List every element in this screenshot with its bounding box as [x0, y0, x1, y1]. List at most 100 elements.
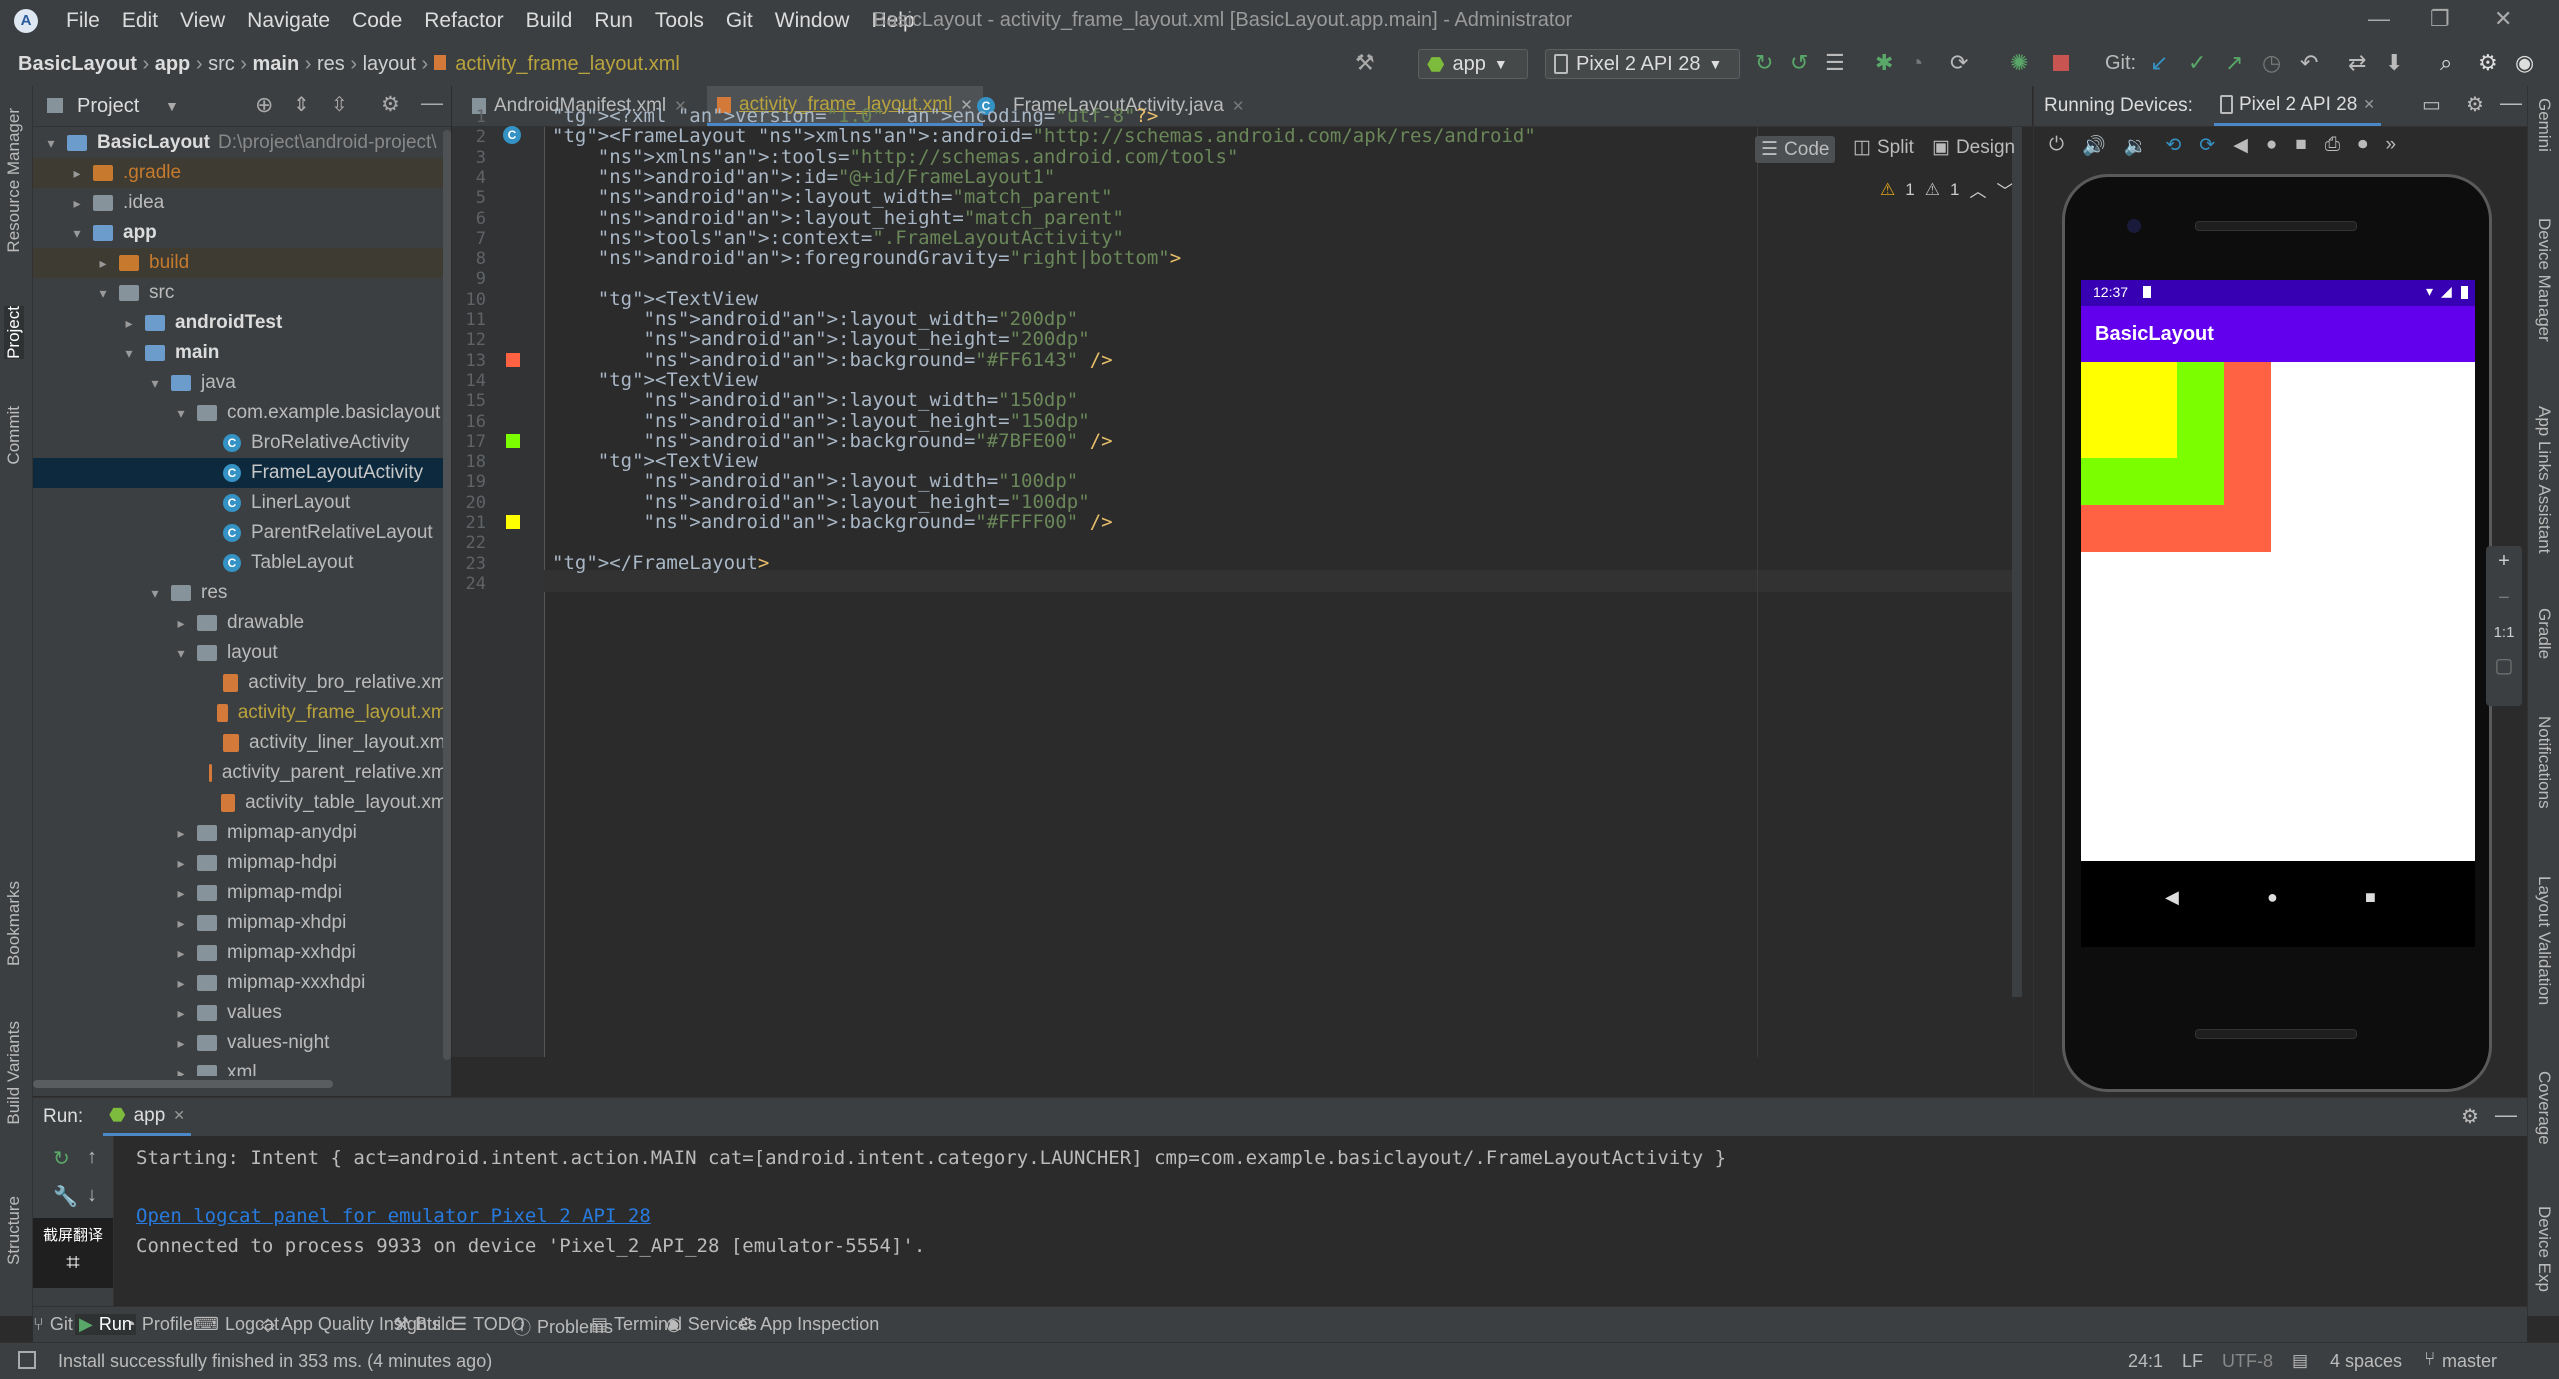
tree-item[interactable]: ▾ res [33, 578, 451, 608]
chevron-down-icon[interactable]: ▾ [43, 135, 59, 152]
notifications-tab[interactable]: Notifications [2534, 716, 2554, 809]
device-tab[interactable]: Pixel 2 API 28 ✕ [2214, 86, 2382, 126]
overview-icon[interactable]: ■ [2295, 134, 2306, 158]
vertical-scrollbar[interactable] [443, 130, 451, 1060]
scroll-up-icon[interactable]: ↑ [87, 1146, 97, 1169]
nav-home-icon[interactable]: ● [2267, 887, 2278, 908]
home-icon[interactable]: ● [2266, 134, 2277, 158]
attach-debugger-icon[interactable]: ⟳ [1950, 50, 1968, 76]
apply-changes-icon[interactable]: ↺ [1790, 50, 1808, 76]
close-tab-icon[interactable]: ✕ [173, 1107, 185, 1124]
device-explorer-tab[interactable]: Device Exp [2534, 1206, 2554, 1292]
code-mode-button[interactable]: ☰ Code [1755, 136, 1836, 163]
structure-tab[interactable]: Structure [4, 1196, 24, 1265]
git-update-icon[interactable]: ↙ [2150, 50, 2168, 76]
breadcrumb-basiclayout[interactable]: BasicLayout [18, 53, 137, 75]
coverage-tab[interactable]: Coverage [2534, 1071, 2554, 1145]
project-panel-title[interactable]: Project [77, 95, 139, 118]
expand-all-icon[interactable]: ⇕ [293, 92, 310, 117]
volume-down-icon[interactable]: 🔉 [2124, 134, 2148, 158]
inspection-widget[interactable]: ⚠ 1 ⚠ 1 ︿ ﹀ [1880, 177, 2013, 202]
chevron-down-icon[interactable]: ﹀ [1996, 177, 2013, 202]
chevron-right-icon[interactable]: ▸ [173, 1065, 189, 1077]
chevron-right-icon[interactable]: ▸ [173, 975, 189, 992]
tree-item[interactable]: ▸ .idea [33, 188, 451, 218]
split-mode-button[interactable]: ◫ Split [1853, 136, 1914, 159]
editor-scrollbar[interactable] [2012, 127, 2022, 997]
locate-icon[interactable]: ⊕ [255, 92, 273, 118]
chevron-right-icon[interactable]: ▸ [173, 885, 189, 902]
tree-item[interactable]: ▸ mipmap-hdpi [33, 848, 451, 878]
chevron-right-icon[interactable]: ▸ [95, 255, 111, 272]
git-branch[interactable]: master [2442, 1351, 2497, 1372]
menu-run[interactable]: Run [594, 9, 633, 33]
git-commit-icon[interactable]: ✓ [2188, 50, 2206, 76]
menu-navigate[interactable]: Navigate [247, 9, 330, 33]
git-history-icon[interactable]: ◷ [2262, 50, 2281, 76]
bookmarks-tab[interactable]: Bookmarks [4, 881, 24, 966]
menu-edit[interactable]: Edit [122, 9, 158, 33]
tree-item[interactable]: ▾ app [33, 218, 451, 248]
chevron-down-icon[interactable]: ▾ [95, 285, 111, 302]
chevron-down-icon[interactable]: ▾ [173, 645, 189, 662]
tree-item[interactable]: C ParentRelativeLayout [33, 518, 451, 548]
screenshot-translate-overlay[interactable]: 截屏翻译 ⌗ [33, 1218, 113, 1288]
tree-item[interactable]: ▸ values [33, 998, 451, 1028]
project-tab[interactable]: Project [4, 306, 24, 359]
tree-item[interactable]: ▸ build [33, 248, 451, 278]
tree-item[interactable]: ▾ src [33, 278, 451, 308]
tree-item[interactable]: ▾ com.example.basiclayout [33, 398, 451, 428]
tool-profiler[interactable]: ◔ Profiler [125, 1314, 199, 1335]
chevron-right-icon[interactable]: ▸ [173, 855, 189, 872]
screen-record-icon[interactable]: ⏺ [2358, 134, 2368, 158]
code-editor[interactable]: 1 2 3 4 5 6 7 8 9 10 11 12 13 14 15 16 17 18 19 20 21 22 23 24 C… [452, 105, 2032, 1057]
menu-code[interactable]: Code [352, 9, 402, 33]
status-toggle-icon[interactable] [18, 1351, 36, 1369]
chevron-right-icon[interactable]: ▸ [69, 195, 85, 212]
file-encoding[interactable]: UTF-8 [2222, 1351, 2273, 1372]
caret-position[interactable]: 24:1 [2128, 1351, 2163, 1372]
gradle-tab[interactable]: Gradle [2534, 608, 2554, 659]
chevron-right-icon[interactable]: ▸ [173, 825, 189, 842]
tree-item[interactable]: ▸ mipmap-anydpi [33, 818, 451, 848]
bug-icon[interactable]: ✺ [2010, 50, 2028, 76]
close-tab-icon[interactable]: ✕ [2363, 96, 2375, 113]
device-mirroring-icon[interactable]: ⇄ [2348, 50, 2366, 76]
zoom-fit-icon[interactable]: ▢ [2486, 653, 2522, 678]
tree-item[interactable]: ▾ layout [33, 638, 451, 668]
tool-build[interactable]: ⚒ Build [393, 1314, 455, 1335]
collapse-all-icon[interactable]: ⇳ [331, 92, 348, 117]
commit-tab[interactable]: Commit [4, 406, 24, 465]
tree-item[interactable]: C FrameLayoutActivity [33, 458, 451, 488]
chevron-down-icon[interactable]: ▾ [147, 585, 163, 602]
sdk-manager-icon[interactable]: ⬇ [2385, 50, 2403, 76]
chevron-right-icon[interactable]: ▸ [69, 165, 85, 182]
breadcrumb-layout[interactable]: layout [363, 53, 416, 75]
breadcrumb-res[interactable]: res [317, 53, 345, 75]
run-config-tab[interactable]: ⬣ app ✕ [103, 1098, 192, 1136]
layout-validation-tab[interactable]: Layout Validation [2534, 876, 2554, 1005]
menu-git[interactable]: Git [726, 9, 753, 33]
tree-item[interactable]: activity_bro_relative.xml [33, 668, 451, 698]
screenshot-icon[interactable]: ⎙ [2325, 134, 2340, 158]
tree-item[interactable]: ▸ androidTest [33, 308, 451, 338]
device-manager-tab[interactable]: Device Manager [2534, 218, 2554, 342]
power-icon[interactable]: ⏻ [2049, 134, 2064, 158]
menu-file[interactable]: File [66, 9, 100, 33]
gear-icon[interactable]: ⚙ [2461, 1104, 2479, 1129]
restore-icon[interactable]: ❐ [2430, 6, 2450, 32]
zoom-in-button[interactable]: + [2486, 550, 2522, 573]
tree-item[interactable]: activity_parent_relative.xml [33, 758, 451, 788]
account-icon[interactable]: ◉ [2515, 50, 2534, 76]
rotate-right-icon[interactable]: ⟳ [2199, 134, 2215, 158]
nav-overview-icon[interactable]: ■ [2365, 887, 2376, 908]
device-select[interactable]: Pixel 2 API 28 ▼ [1545, 49, 1740, 79]
rerun-icon[interactable]: ↻ [53, 1146, 70, 1171]
breadcrumb-app[interactable]: app [155, 53, 191, 75]
git-push-icon[interactable]: ↗ [2225, 50, 2243, 76]
stop-icon[interactable] [2053, 55, 2069, 71]
tree-item[interactable]: C TableLayout [33, 548, 451, 578]
tree-item[interactable]: ▾ java [33, 368, 451, 398]
close-icon[interactable]: ✕ [2494, 6, 2512, 32]
run-coverage-icon[interactable]: ☰ [1825, 50, 1845, 76]
